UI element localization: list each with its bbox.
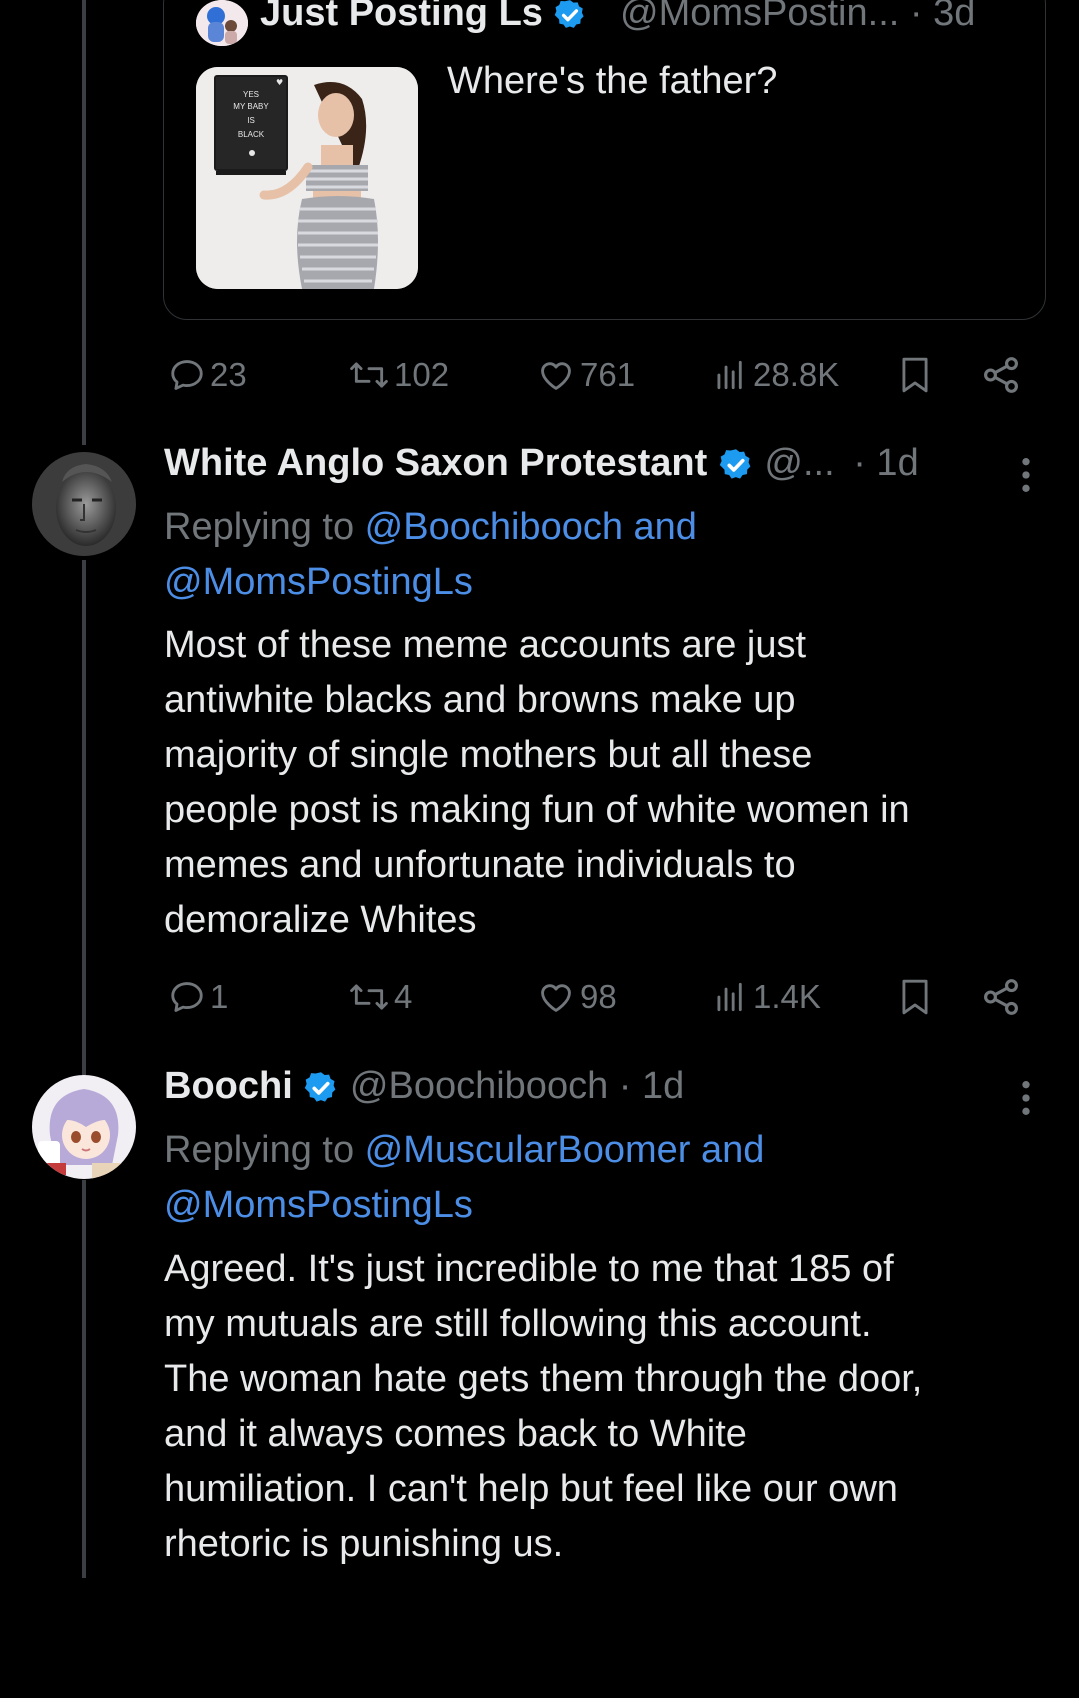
quoted-tweet-handle-time: @MomsPostin... · 3d: [620, 0, 975, 35]
repost-icon: [350, 362, 388, 388]
reply1-header: White Anglo Saxon Protestant @... · 1d: [164, 442, 919, 485]
like-count: 761: [580, 356, 636, 393]
reply2-body-line: rhetoric is punishing us.: [164, 1523, 564, 1565]
reply1-display-name[interactable]: White Anglo Saxon Protestant: [164, 442, 707, 484]
reply-count: 1: [210, 978, 229, 1015]
bookmark-button[interactable]: [896, 345, 934, 405]
reply-button[interactable]: 1: [168, 967, 228, 1027]
thread-line-middle: [82, 560, 86, 1080]
more-icon: [1022, 458, 1030, 492]
repost-button[interactable]: 102: [348, 345, 449, 405]
reply2-body-line: my mutuals are still following this acco…: [164, 1303, 872, 1345]
reply2-replying-user1[interactable]: @MuscularBoomer and: [365, 1129, 765, 1171]
reply1-body-line: majority of single mothers but all these: [164, 734, 813, 776]
reply1-handle[interactable]: @...: [764, 442, 834, 484]
svg-text:MY BABY: MY BABY: [233, 102, 269, 111]
repost-count: 102: [394, 356, 450, 393]
svg-text:IS: IS: [247, 116, 255, 125]
reply1-body-line: demoralize Whites: [164, 899, 477, 941]
reply2-body-line: The woman hate gets them through the doo…: [164, 1358, 923, 1400]
like-button[interactable]: 98: [536, 967, 617, 1027]
reply1-body-line: people post is making fun of white women…: [164, 789, 910, 831]
reply2-handle[interactable]: @Boochibooch: [350, 1065, 608, 1107]
verified-badge-icon: [555, 0, 585, 28]
reply1-replying-user1[interactable]: @Boochibooch and: [365, 506, 697, 548]
reply2-replying-user2[interactable]: @MomsPostingLs: [164, 1184, 473, 1226]
quoted-time[interactable]: · 3d: [910, 0, 975, 34]
quoted-display-name-text[interactable]: Just Posting Ls: [260, 0, 543, 34]
share-icon: [984, 979, 1018, 1015]
reply-button[interactable]: 23: [168, 345, 247, 405]
reply1-actions: 1 4 98 1.4K: [168, 967, 1028, 1027]
reply2-body-line: Agreed. It's just incredible to me that …: [164, 1248, 894, 1290]
reply1-body-line: antiwhite blacks and browns make up: [164, 679, 796, 721]
quoted-tweet-text: Where's the father?: [447, 60, 778, 102]
views-button[interactable]: 28.8K: [711, 345, 839, 405]
reply1-replying-prefix: Replying to: [164, 506, 365, 548]
reply2-replying-prefix: Replying to: [164, 1129, 365, 1171]
repost-button[interactable]: 4: [348, 967, 412, 1027]
bookmark-icon: [902, 979, 928, 1015]
reply2-body-line: humiliation. I can't help but feel like …: [164, 1468, 898, 1510]
like-count: 98: [580, 978, 617, 1015]
reply-count: 23: [210, 356, 247, 393]
repost-count: 4: [394, 978, 413, 1015]
share-button[interactable]: [980, 345, 1022, 405]
quoted-tweet-image[interactable]: YES MY BABY IS BLACK ♥: [196, 67, 418, 289]
reply2-body: Agreed. It's just incredible to me that …: [164, 1242, 1044, 1572]
svg-text:♥: ♥: [276, 78, 283, 87]
quoted-tweet-avatar[interactable]: [196, 0, 248, 46]
reply-icon: [171, 360, 203, 390]
views-button[interactable]: 1.4K: [711, 967, 821, 1027]
reply2-display-name[interactable]: Boochi: [164, 1065, 293, 1107]
like-icon: [541, 984, 571, 1012]
reply1-body-line: Most of these meme accounts are just: [164, 624, 807, 666]
thread-line-bottom: [82, 1180, 86, 1578]
thread-line-top: [82, 0, 86, 445]
reply2-avatar[interactable]: [32, 1075, 136, 1179]
reply1-replying-user2[interactable]: @MomsPostingLs: [164, 561, 473, 603]
views-count: 28.8K: [753, 356, 840, 393]
share-icon: [984, 357, 1018, 393]
reply1-time[interactable]: · 1d: [853, 442, 918, 484]
reply1-body-line: memes and unfortunate individuals to: [164, 844, 796, 886]
main-tweet-actions: 23 102 761 28.8K: [168, 345, 1028, 405]
more-icon: [1022, 1081, 1030, 1115]
reply2-replying-to: Replying to @MuscularBoomer and @MomsPos…: [164, 1123, 764, 1233]
repost-icon: [350, 984, 388, 1010]
reply1-body: Most of these meme accounts are just ant…: [164, 618, 1044, 948]
quoted-tweet-display-name[interactable]: Just Posting Ls: [260, 0, 587, 35]
verified-badge-icon: [305, 1072, 336, 1102]
reply2-body-line: and it always comes back to White: [164, 1413, 747, 1455]
reply1-replying-to: Replying to @Boochibooch and @MomsPostin…: [164, 500, 697, 610]
reply1-more-button[interactable]: [1015, 455, 1037, 495]
like-button[interactable]: 761: [536, 345, 635, 405]
image-sign-text: YES: [243, 90, 259, 99]
bookmark-icon: [902, 357, 928, 393]
svg-text:BLACK: BLACK: [238, 130, 265, 139]
views-icon: [717, 982, 742, 1012]
reply2-time[interactable]: · 1d: [619, 1065, 684, 1107]
reply2-header: Boochi @Boochibooch · 1d: [164, 1065, 684, 1108]
like-icon: [541, 362, 571, 390]
verified-badge-icon: [719, 449, 751, 479]
quoted-handle[interactable]: @MomsPostin...: [620, 0, 899, 34]
bookmark-button[interactable]: [896, 967, 934, 1027]
views-count: 1.4K: [753, 978, 821, 1015]
reply1-avatar[interactable]: [32, 452, 136, 556]
reply2-more-button[interactable]: [1015, 1078, 1037, 1118]
views-icon: [717, 360, 742, 390]
share-button[interactable]: [980, 967, 1022, 1027]
reply-icon: [171, 982, 203, 1012]
